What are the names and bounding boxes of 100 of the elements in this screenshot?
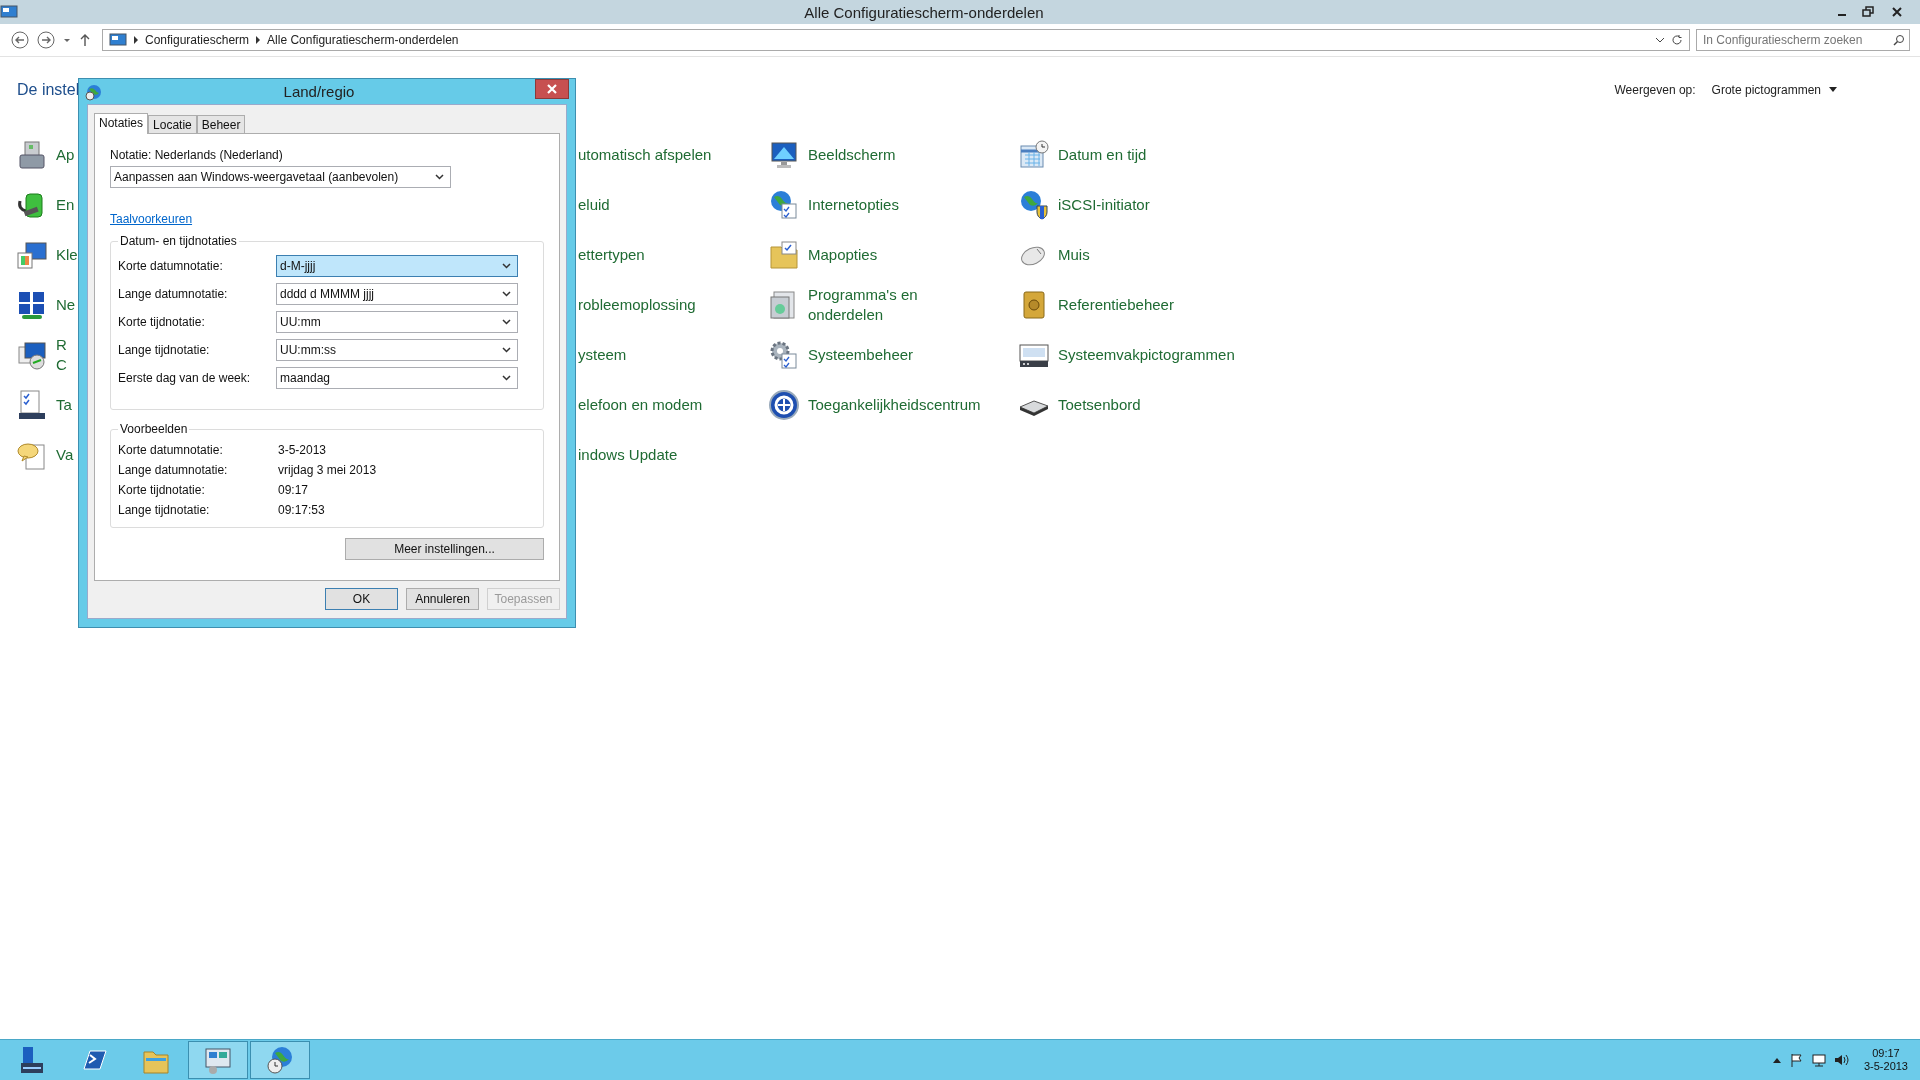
format-dropdown[interactable]: UU:mm bbox=[276, 311, 518, 333]
globe-icon bbox=[768, 189, 800, 221]
field-label: Lange tijdnotatie: bbox=[118, 343, 211, 357]
control-panel-item[interactable]: Beeldscherm bbox=[808, 145, 896, 165]
back-icon[interactable] bbox=[10, 30, 30, 50]
control-panel-item[interactable]: Internetopties bbox=[808, 195, 899, 215]
format-dropdown[interactable]: dddd d MMMM jjjj bbox=[276, 283, 518, 305]
view-by-label: Weergeven op: bbox=[1614, 83, 1696, 97]
control-panel-icon bbox=[109, 33, 127, 47]
more-settings-button[interactable]: Meer instellingen... bbox=[345, 538, 544, 560]
format-dropdown[interactable]: maandag bbox=[276, 367, 518, 389]
control-panel-item[interactable]: ettertypen bbox=[578, 245, 645, 265]
chevron-icon bbox=[133, 35, 139, 45]
window-title: Alle Configuratiescherm-onderdelen bbox=[803, 3, 1045, 21]
globe-clock-icon bbox=[85, 82, 103, 101]
field-label: Eerste dag van de week: bbox=[118, 371, 252, 385]
chevron-up-icon[interactable] bbox=[1771, 1056, 1782, 1064]
format-dropdown[interactable]: d-M-jjjj bbox=[276, 255, 518, 277]
folder-icon bbox=[768, 239, 800, 271]
tab[interactable]: Notaties bbox=[94, 113, 149, 134]
search-field[interactable]: In Configuratiescherm zoeken bbox=[1696, 29, 1910, 51]
speaker-icon[interactable] bbox=[1833, 1053, 1850, 1067]
view-by-dropdown[interactable]: Grote pictogrammen bbox=[1711, 83, 1821, 97]
close-button[interactable] bbox=[535, 79, 569, 99]
format-label: Notatie: Nederlands (Nederland) bbox=[110, 148, 284, 162]
forward-icon[interactable] bbox=[36, 30, 56, 50]
control-panel-item[interactable]: Toetsenbord bbox=[1058, 395, 1141, 415]
control-panel-item[interactable]: Ne bbox=[56, 295, 76, 315]
control-panel-item[interactable]: En bbox=[56, 195, 75, 215]
control-panel-item[interactable]: Toegankelijkheidscentrum bbox=[808, 395, 981, 415]
field-label: Korte datumnotatie: bbox=[118, 259, 224, 273]
tab[interactable]: Beheer bbox=[196, 115, 246, 133]
control-panel-item[interactable]: iSCSI-initiator bbox=[1058, 195, 1150, 215]
field-label: Korte tijdnotatie: bbox=[118, 315, 206, 329]
toolbox-icon bbox=[16, 139, 48, 171]
clock[interactable]: 09:17 3-5-2013 bbox=[1863, 1047, 1908, 1073]
control-panel-item[interactable]: Ap bbox=[56, 145, 75, 165]
tab[interactable]: Locatie bbox=[148, 115, 197, 133]
control-panel-item[interactable]: R C bbox=[56, 335, 67, 375]
control-panel-item[interactable]: ysteem bbox=[578, 345, 627, 365]
control-panel-icon bbox=[203, 1045, 233, 1075]
group-title: Voorbeelden bbox=[119, 422, 189, 436]
globe-icon bbox=[1018, 189, 1050, 221]
control-panel-item[interactable]: Referentiebeheer bbox=[1058, 295, 1174, 315]
chevron-down-icon bbox=[502, 291, 511, 297]
gear-icon bbox=[768, 339, 800, 371]
example-value: 3-5-2013 bbox=[278, 443, 327, 457]
chevron-icon bbox=[255, 35, 262, 45]
monitor-icon bbox=[768, 139, 800, 171]
format-dropdown[interactable]: UU:mm:ss bbox=[276, 339, 518, 361]
control-panel-item[interactable]: Kle bbox=[56, 245, 78, 265]
control-panel-item[interactable]: indows Update bbox=[578, 445, 678, 465]
chevron-down-icon bbox=[502, 319, 511, 325]
control-panel-item[interactable]: Ta bbox=[56, 395, 72, 415]
example-label: Lange tijdnotatie: bbox=[118, 503, 211, 517]
search-icon bbox=[1893, 34, 1905, 46]
control-panel-item[interactable]: Systeembeheer bbox=[808, 345, 914, 365]
example-label: Lange datumnotatie: bbox=[118, 463, 229, 477]
control-panel-item[interactable]: elefoon en modem bbox=[578, 395, 703, 415]
refresh-icon[interactable] bbox=[1671, 34, 1683, 46]
example-value: vrijdag 3 mei 2013 bbox=[278, 463, 377, 477]
dialog-title: Land/regio bbox=[282, 83, 356, 100]
dialog-button[interactable]: Annuleren bbox=[406, 588, 479, 610]
breadcrumb[interactable]: Configuratiescherm bbox=[145, 33, 250, 47]
breadcrumb[interactable]: Alle Configuratiescherm-onderdelen bbox=[267, 33, 459, 47]
globe-clock-icon bbox=[265, 1045, 295, 1075]
network-icon[interactable] bbox=[1811, 1053, 1826, 1067]
control-panel-item[interactable]: Muis bbox=[1058, 245, 1090, 265]
address-field[interactable]: Configuratiescherm Alle Configuratiescherm-onderdelen bbox=[102, 29, 1690, 51]
control-panel-item[interactable]: Datum en tijd bbox=[1058, 145, 1147, 165]
taskbar-button[interactable] bbox=[188, 1041, 248, 1079]
example-label: Korte tijdnotatie: bbox=[118, 483, 206, 497]
example-value: 09:17:53 bbox=[278, 503, 325, 517]
calendar-icon bbox=[1018, 139, 1050, 171]
example-value: 09:17 bbox=[278, 483, 309, 497]
caret-icon[interactable] bbox=[1829, 87, 1837, 93]
dropdown-icon[interactable] bbox=[1655, 35, 1665, 45]
dialog-button[interactable]: OK bbox=[325, 588, 398, 610]
control-panel-item[interactable]: Va bbox=[56, 445, 74, 465]
control-panel-item[interactable]: robleemoplossing bbox=[578, 295, 696, 315]
control-panel-item[interactable]: Mapopties bbox=[808, 245, 878, 265]
flag-icon[interactable] bbox=[1789, 1053, 1804, 1067]
chevron-down-icon bbox=[502, 263, 511, 269]
language-link[interactable]: Taalvoorkeuren bbox=[110, 212, 193, 226]
group-title: Datum- en tijdnotaties bbox=[119, 234, 238, 248]
chevron-down-icon bbox=[435, 174, 444, 180]
control-panel-item[interactable]: eluid bbox=[578, 195, 610, 215]
control-panel-icon bbox=[0, 4, 18, 20]
monitor-icon bbox=[16, 339, 48, 371]
chevron-down-icon bbox=[502, 375, 511, 381]
format-dropdown[interactable]: Aanpassen aan Windows-weergavetaal (aanbevolen) bbox=[110, 166, 451, 188]
taskbar-button[interactable] bbox=[250, 1041, 310, 1079]
example-label: Korte datumnotatie: bbox=[118, 443, 224, 457]
control-panel-item[interactable]: utomatisch afspelen bbox=[578, 145, 712, 165]
control-panel-item[interactable]: Programma's en onderdelen bbox=[808, 285, 918, 325]
control-panel-item[interactable]: Systeemvakpictogrammen bbox=[1058, 345, 1235, 365]
chevron-down-icon bbox=[502, 347, 511, 353]
checklist-icon bbox=[16, 389, 48, 421]
accessibility-icon bbox=[768, 389, 800, 421]
monitor-icon bbox=[16, 239, 48, 271]
